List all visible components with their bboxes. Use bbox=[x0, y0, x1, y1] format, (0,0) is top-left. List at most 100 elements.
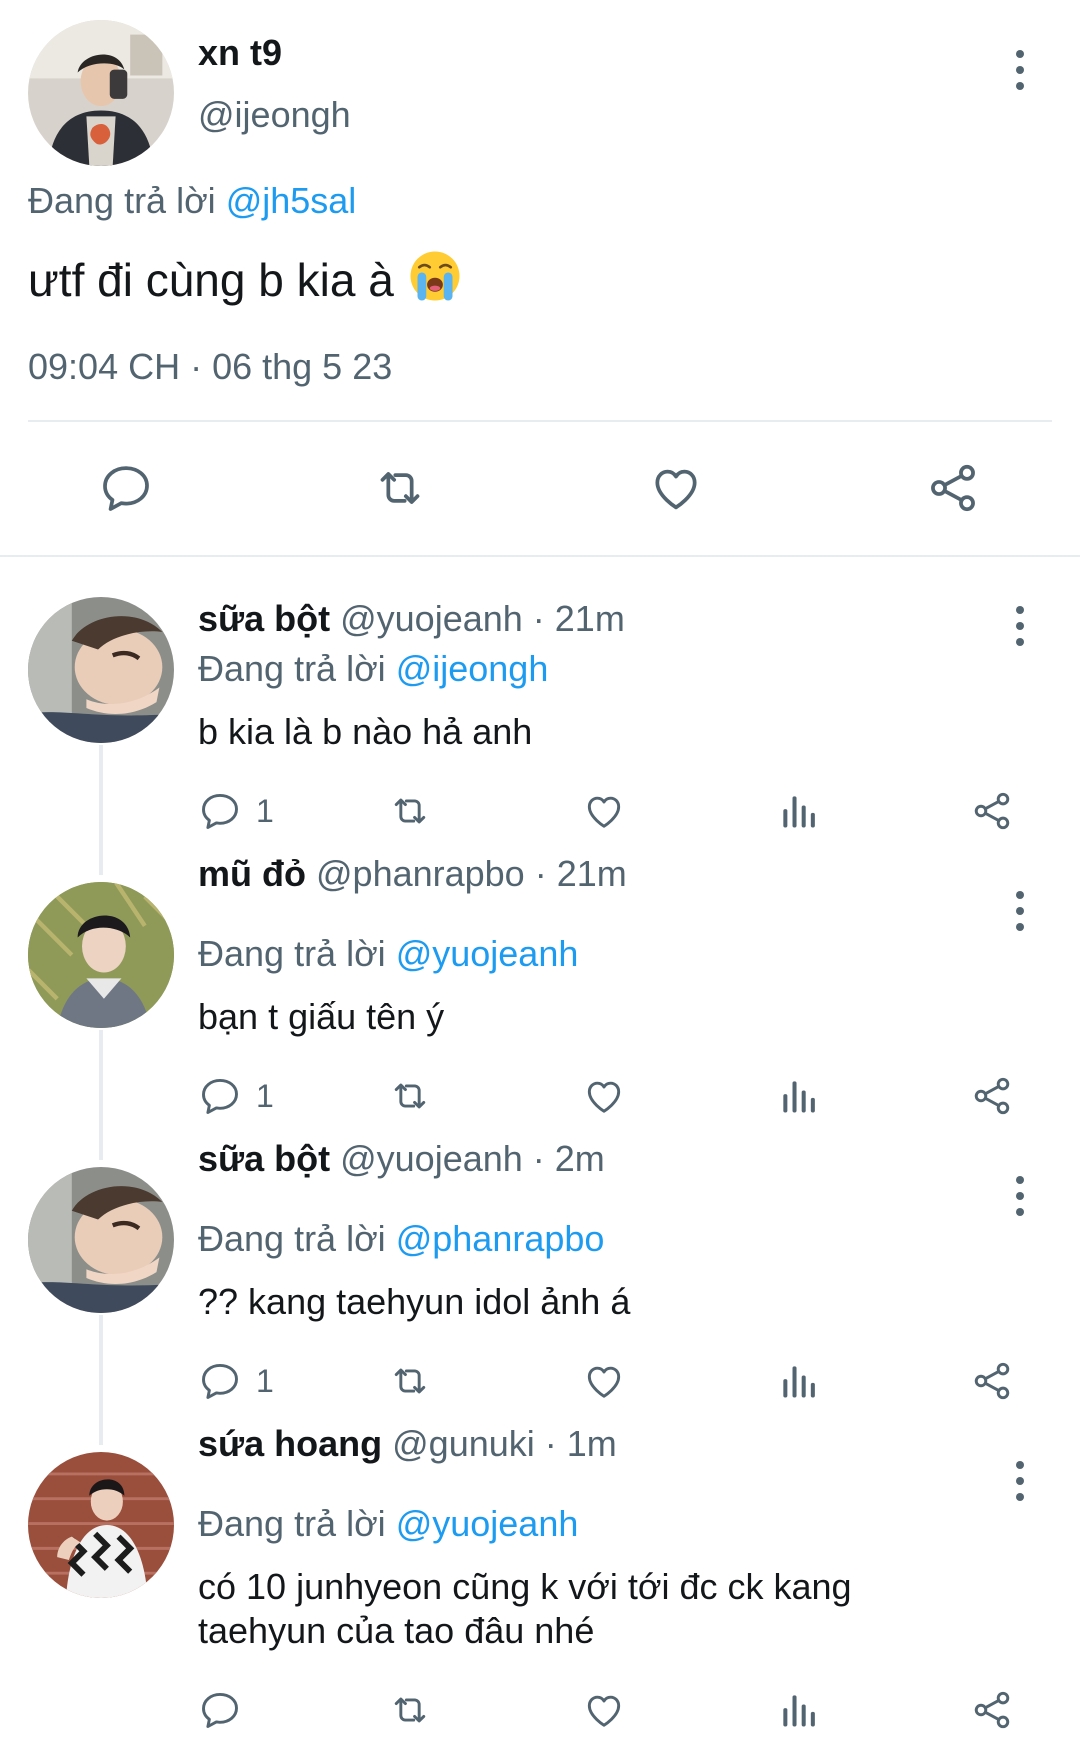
avatar[interactable] bbox=[28, 1167, 174, 1313]
retweet-button[interactable] bbox=[388, 789, 432, 833]
reply-header: mũ đỏ @phanrapbo · 21m bbox=[198, 853, 627, 895]
reply-header: sữa bột @yuojeanh · 2m bbox=[198, 1138, 605, 1180]
reply-time: · 21m bbox=[532, 598, 625, 639]
reply-context: Đang trả lời @yuojeanh bbox=[198, 1503, 578, 1545]
reply-to-mention[interactable]: @yuojeanh bbox=[396, 933, 579, 974]
tweet-text: ưtf đi cùng b kia à bbox=[28, 248, 463, 306]
retweet-icon bbox=[388, 789, 432, 833]
reply-header: sữa bột @yuojeanh · 21m bbox=[198, 598, 625, 640]
reply-prefix: Đang trả lời bbox=[198, 933, 386, 974]
reply-time: · 2m bbox=[532, 1138, 605, 1179]
reply-text-line: taehyun của tao đâu nhé bbox=[198, 1609, 595, 1651]
retweet-button[interactable] bbox=[388, 1688, 432, 1732]
display-name[interactable]: sữa bột bbox=[198, 1138, 330, 1179]
handle[interactable]: @yuojeanh bbox=[340, 598, 523, 639]
loudly-crying-face-icon bbox=[410, 251, 460, 301]
avatar[interactable] bbox=[28, 597, 174, 743]
retweet-icon bbox=[372, 460, 428, 516]
reply-count: 1 bbox=[256, 1362, 274, 1399]
more-options-icon[interactable] bbox=[1010, 891, 1030, 937]
heart-icon bbox=[582, 1359, 626, 1403]
reply-context: Đang trả lời @jh5sal bbox=[28, 180, 356, 222]
reply-context: Đang trả lời @ijeongh bbox=[198, 648, 548, 690]
retweet-button[interactable] bbox=[372, 460, 428, 516]
like-button[interactable] bbox=[582, 1688, 626, 1732]
reply-context: Đang trả lời @phanrapbo bbox=[198, 1218, 604, 1260]
thread-line bbox=[99, 1315, 103, 1445]
reply-button[interactable] bbox=[98, 460, 154, 516]
reply-to-mention[interactable]: @jh5sal bbox=[226, 180, 357, 221]
retweet-icon bbox=[388, 1074, 432, 1118]
handle[interactable]: @gunuki bbox=[392, 1423, 535, 1464]
avatar[interactable] bbox=[28, 20, 174, 166]
share-icon bbox=[970, 1359, 1014, 1403]
retweet-icon bbox=[388, 1688, 432, 1732]
stats-icon bbox=[776, 1074, 820, 1118]
heart-icon bbox=[582, 1688, 626, 1732]
like-button[interactable] bbox=[582, 789, 626, 833]
reply-prefix: Đang trả lời bbox=[198, 1503, 386, 1544]
stats-icon bbox=[776, 1359, 820, 1403]
handle[interactable]: @ijeongh bbox=[198, 94, 351, 136]
view-stats-button[interactable] bbox=[776, 789, 820, 833]
divider bbox=[0, 555, 1080, 557]
reply-icon bbox=[198, 1688, 242, 1732]
like-button[interactable] bbox=[648, 460, 704, 516]
reply-text: b kia là b nào hả anh bbox=[198, 711, 533, 752]
display-name[interactable]: sữa bột bbox=[198, 598, 330, 639]
thread-line bbox=[99, 745, 103, 875]
reply-button[interactable] bbox=[198, 1688, 242, 1732]
reply-count: 1 bbox=[256, 1077, 274, 1114]
reply-prefix: Đang trả lời bbox=[198, 1218, 386, 1259]
more-options-icon[interactable] bbox=[1010, 50, 1030, 96]
display-name[interactable]: mũ đỏ bbox=[198, 853, 306, 894]
reply-button[interactable]: 1 bbox=[198, 789, 274, 833]
share-button[interactable] bbox=[970, 1359, 1014, 1403]
reply-to-mention[interactable]: @yuojeanh bbox=[396, 1503, 579, 1544]
reply-text: bạn t giấu tên ý bbox=[198, 996, 445, 1037]
avatar[interactable] bbox=[28, 882, 174, 1028]
share-button[interactable] bbox=[970, 1074, 1014, 1118]
handle[interactable]: @yuojeanh bbox=[340, 1138, 523, 1179]
avatar[interactable] bbox=[28, 1452, 174, 1598]
thread-line bbox=[99, 1030, 103, 1160]
stats-icon bbox=[776, 789, 820, 833]
share-button[interactable] bbox=[970, 789, 1014, 833]
tweet-timestamp: 09:04 CH · 06 thg 5 23 bbox=[28, 346, 393, 387]
reply-button[interactable]: 1 bbox=[198, 1074, 274, 1118]
like-button[interactable] bbox=[582, 1074, 626, 1118]
tweet-text-body: ưtf đi cùng b kia à bbox=[28, 254, 394, 306]
share-icon bbox=[925, 460, 981, 516]
heart-icon bbox=[648, 460, 704, 516]
reply-icon bbox=[198, 1074, 242, 1118]
view-stats-button[interactable] bbox=[776, 1074, 820, 1118]
like-button[interactable] bbox=[582, 1359, 626, 1403]
view-stats-button[interactable] bbox=[776, 1359, 820, 1403]
reply-text: có 10 junhyeon cũng k với tới đc ck kang… bbox=[198, 1565, 978, 1653]
reply-to-mention[interactable]: @phanrapbo bbox=[396, 1218, 605, 1259]
reply-icon bbox=[198, 1359, 242, 1403]
share-button[interactable] bbox=[970, 1688, 1014, 1732]
share-icon bbox=[970, 1688, 1014, 1732]
share-icon bbox=[970, 789, 1014, 833]
more-options-icon[interactable] bbox=[1010, 1176, 1030, 1222]
reply-prefix: Đang trả lời bbox=[28, 180, 216, 221]
view-stats-button[interactable] bbox=[776, 1688, 820, 1732]
more-options-icon[interactable] bbox=[1010, 1461, 1030, 1507]
heart-icon bbox=[582, 1074, 626, 1118]
retweet-button[interactable] bbox=[388, 1074, 432, 1118]
reply-prefix: Đang trả lời bbox=[198, 648, 386, 689]
display-name[interactable]: sứa hoang bbox=[198, 1423, 382, 1464]
reply-header: sứa hoang @gunuki · 1m bbox=[198, 1423, 617, 1465]
reply-time: · 1m bbox=[544, 1423, 617, 1464]
reply-button[interactable]: 1 bbox=[198, 1359, 274, 1403]
reply-count: 1 bbox=[256, 792, 274, 829]
share-button[interactable] bbox=[925, 460, 981, 516]
reply-text-line: có 10 junhyeon cũng k với tới đc ck kang bbox=[198, 1566, 852, 1607]
retweet-button[interactable] bbox=[388, 1359, 432, 1403]
more-options-icon[interactable] bbox=[1010, 606, 1030, 652]
display-name[interactable]: xn t9 bbox=[198, 32, 282, 74]
share-icon bbox=[970, 1074, 1014, 1118]
handle[interactable]: @phanrapbo bbox=[316, 853, 525, 894]
reply-to-mention[interactable]: @ijeongh bbox=[396, 648, 549, 689]
